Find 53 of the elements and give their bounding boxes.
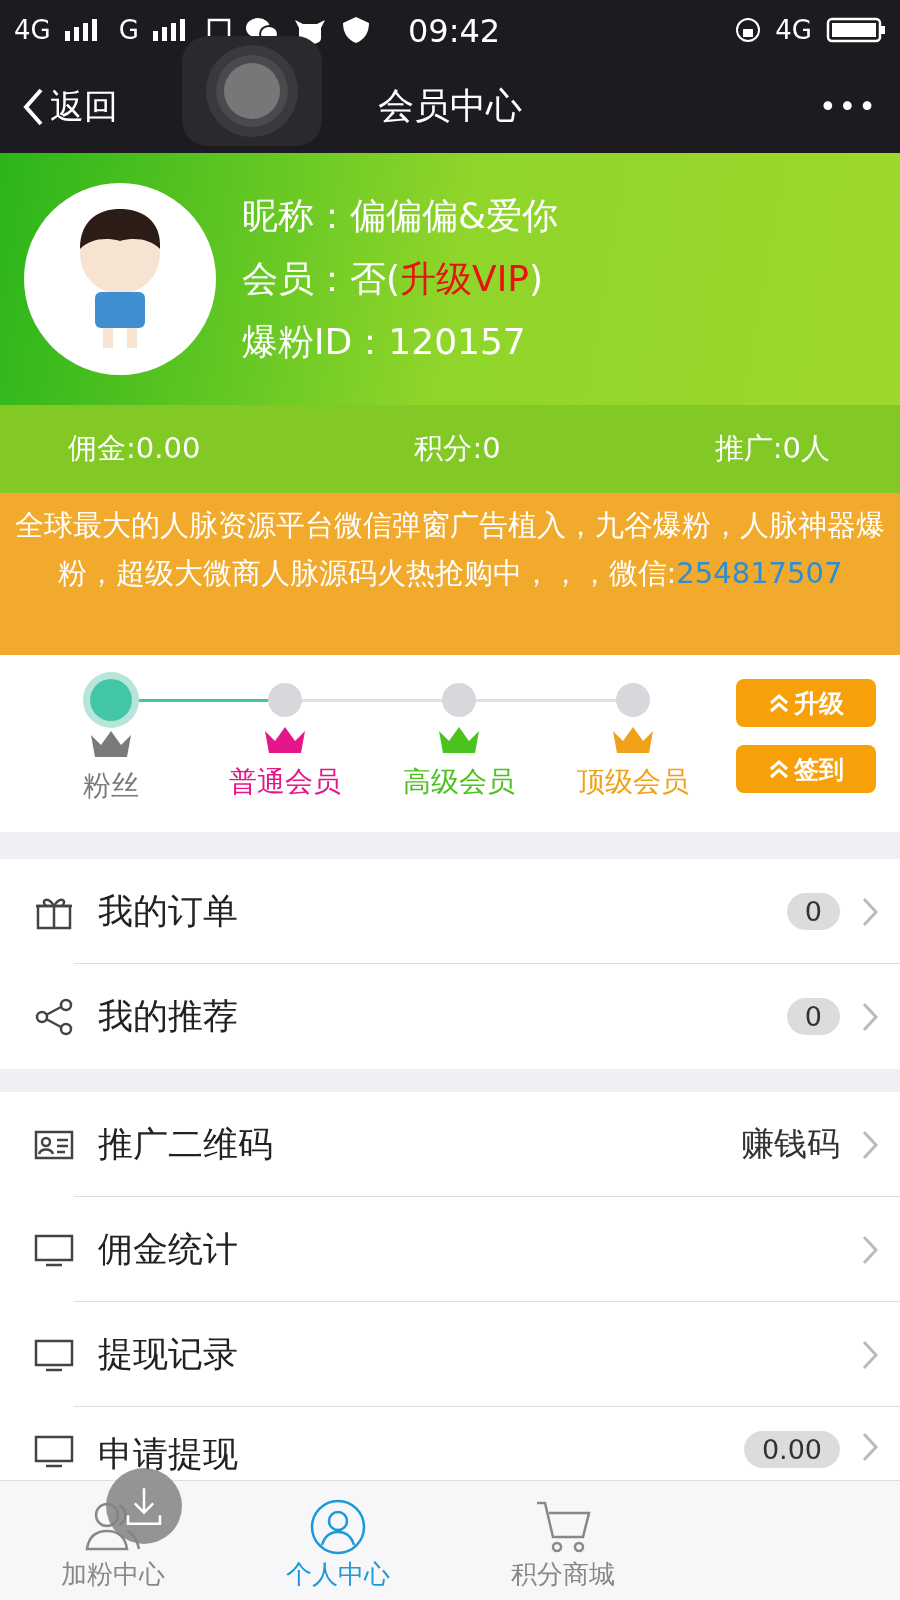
chevron-icon	[861, 1128, 879, 1161]
chevron-icon	[861, 895, 879, 928]
level-label: 普通会员	[229, 764, 341, 800]
clock-time: 09:42	[408, 12, 501, 50]
count-badge: 0	[786, 998, 840, 1035]
more-button[interactable]: •••	[818, 89, 878, 124]
share-icon	[34, 996, 74, 1037]
level-label: 顶级会员	[577, 764, 689, 800]
menu-value: 赚钱码	[741, 1123, 840, 1165]
back-button[interactable]: 返回	[22, 83, 118, 130]
count-badge: 0.00	[743, 1431, 840, 1468]
stat-text: 推广:0人	[714, 430, 830, 467]
crown-icon	[611, 725, 655, 755]
menu-label: 佣金统计	[98, 1228, 239, 1271]
chevron-icon	[861, 1000, 879, 1033]
page-title: 会员中心	[378, 84, 522, 128]
profile-line: 昵称：偏偏偏&爱你	[242, 193, 559, 238]
profile-line: 会员：否(升级VIP)	[242, 256, 545, 301]
menu-label: 我的订单	[98, 890, 239, 933]
menu-label: 推广二维码	[98, 1123, 274, 1166]
menu-row[interactable]: 申请提现 0.00	[0, 1407, 900, 1484]
stat-text: 佣金:0.00	[68, 430, 201, 467]
crown-icon	[437, 725, 481, 755]
double-up-icon	[768, 759, 790, 779]
chevron-icon	[861, 1233, 879, 1266]
assistive-touch-button[interactable]	[182, 36, 322, 146]
menu-row[interactable]: 佣金统计	[0, 1197, 900, 1302]
network-label: G	[118, 15, 139, 45]
network-label: 4G	[14, 15, 51, 45]
menu-label: 我的推荐	[98, 995, 239, 1038]
menu-label: 申请提现	[98, 1433, 239, 1476]
stat-text: 积分:0	[414, 430, 501, 467]
chevron-icon	[861, 1338, 879, 1371]
menu-row[interactable]: 我的推荐 0	[0, 964, 900, 1069]
crown-icon	[89, 729, 133, 759]
profile-line: 爆粉ID：120157	[242, 319, 527, 364]
battery-icon	[826, 16, 886, 44]
notice-text: 全球最大的人脉资源平台微信弹窗广告植入，九谷爆粉，人脉神器爆粉，超级大微商人脉源码火热抢购中，，，微信:254817507	[0, 493, 900, 655]
shield-icon	[340, 16, 371, 44]
chevron-left-icon	[22, 86, 44, 127]
menu-label: 提现记录	[98, 1333, 239, 1376]
menu-row[interactable]: 我的订单 0	[0, 859, 900, 964]
crown-icon	[263, 725, 307, 755]
double-up-icon	[768, 693, 790, 713]
count-badge: 0	[786, 893, 840, 930]
menu-row[interactable]: 提现记录	[0, 1302, 900, 1407]
person-icon	[309, 1499, 366, 1555]
lock-icon	[735, 17, 762, 43]
level-label: 高级会员	[403, 764, 515, 800]
chevron-icon	[861, 1431, 879, 1463]
level-label: 粉丝	[83, 768, 139, 804]
menu-row[interactable]: 推广二维码 赚钱码	[0, 1092, 900, 1197]
network-label: 4G	[775, 15, 812, 45]
